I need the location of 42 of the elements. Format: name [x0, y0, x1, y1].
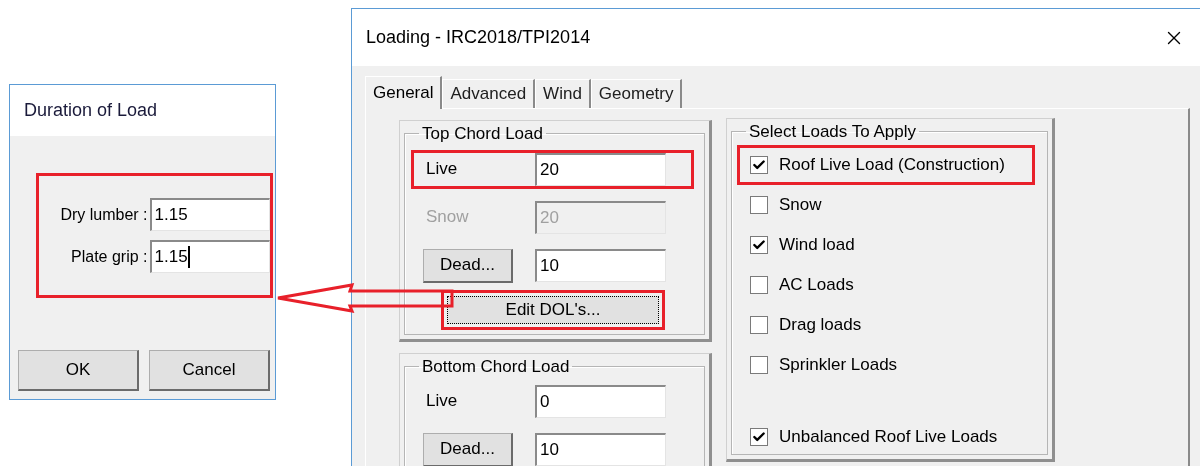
checkbox[interactable]	[750, 355, 768, 374]
field-label: Live	[426, 158, 459, 181]
dialog-button[interactable]: Dead...	[423, 432, 513, 466]
checkbox-label: Snow	[779, 193, 822, 216]
input-field[interactable]: 1.15	[149, 240, 270, 273]
checkbox-label: Roof Live Load (Construction)	[779, 153, 1005, 176]
checkbox-label: Sprinkler Loads	[779, 353, 898, 376]
checkbox[interactable]	[750, 155, 768, 174]
field-label: Dry lumber :	[59, 204, 148, 225]
dialog-button[interactable]: Cancel	[149, 350, 270, 391]
input-field[interactable]: 0	[535, 384, 666, 418]
tab[interactable]: Wind	[535, 79, 591, 108]
group-title: Top Chord Load	[421, 123, 544, 145]
checkbox[interactable]	[750, 235, 768, 254]
checkbox[interactable]	[750, 275, 768, 294]
tab[interactable]: Advanced	[442, 79, 536, 108]
field-label: Live	[426, 390, 459, 413]
edit-dols-button[interactable]: Edit DOL's...	[447, 295, 659, 324]
checkbox[interactable]	[750, 315, 768, 334]
input-field[interactable]: 10	[535, 249, 666, 282]
checkbox[interactable]	[750, 195, 768, 214]
checkbox-label: Drag loads	[779, 313, 862, 336]
dialog-button[interactable]: Dead...	[423, 248, 513, 283]
check-icon	[752, 429, 766, 444]
window-title: Loading - IRC2018/TPI2014	[366, 26, 592, 49]
group-title: Bottom Chord Load	[421, 356, 571, 378]
checkbox-label: Wind load	[779, 233, 855, 256]
tab[interactable]: General	[365, 76, 443, 109]
checkbox[interactable]	[750, 427, 768, 446]
input-field[interactable]: 10	[535, 433, 666, 466]
checkbox-label: AC Loads	[779, 273, 854, 296]
check-icon	[752, 157, 766, 172]
dialog-button[interactable]: OK	[18, 350, 139, 391]
checkbox-label: Unbalanced Roof Live Loads	[779, 425, 998, 448]
tab[interactable]: Geometry	[590, 79, 683, 108]
input-field[interactable]: 20	[535, 152, 666, 186]
window-title: Duration of Load	[24, 99, 158, 122]
check-icon	[752, 237, 766, 252]
group-title: Select Loads To Apply	[748, 121, 917, 143]
field-label: Plate grip :	[70, 246, 148, 267]
input-field[interactable]: 1.15	[149, 198, 270, 231]
field-label: Snow	[426, 206, 470, 229]
